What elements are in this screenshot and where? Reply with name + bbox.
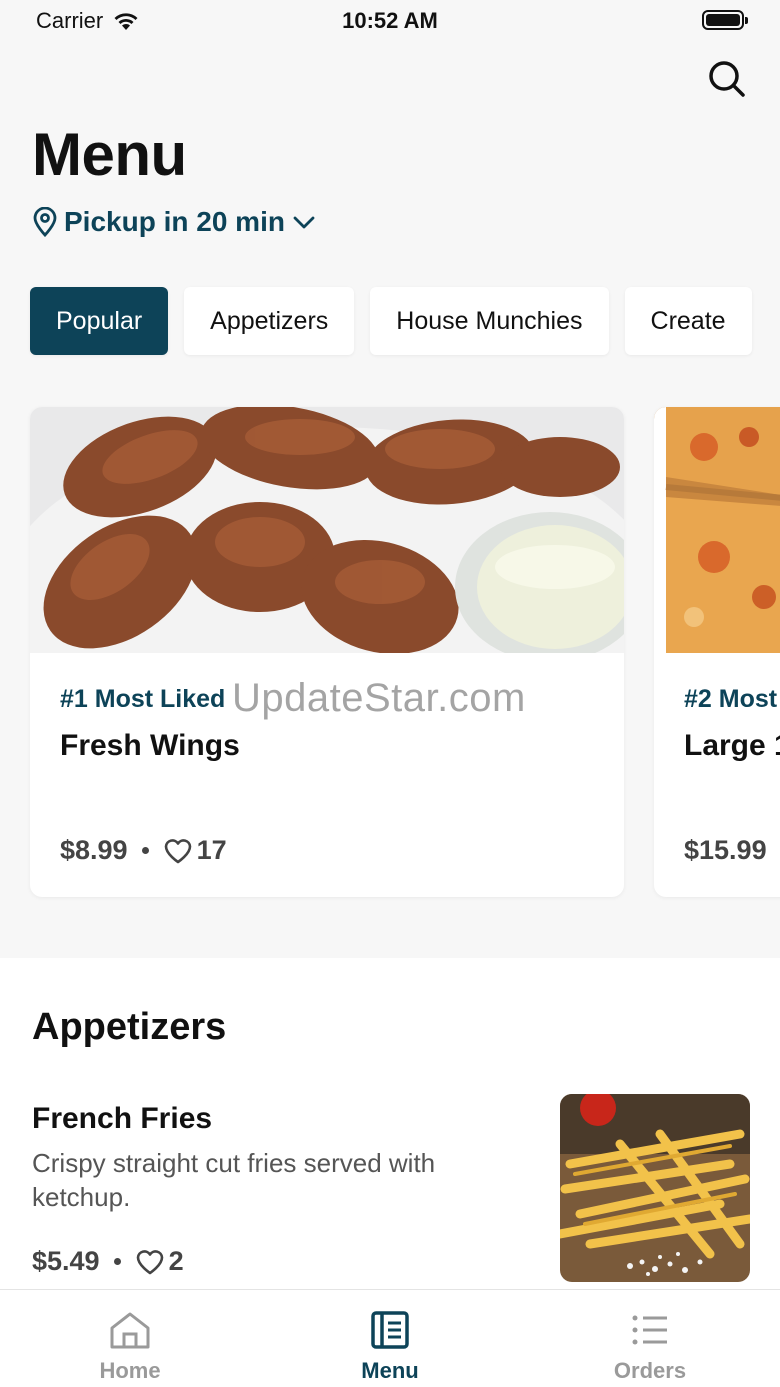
list-icon	[628, 1308, 672, 1352]
status-time: 10:52 AM	[342, 8, 438, 33]
search-button[interactable]	[702, 54, 752, 104]
home-icon	[108, 1308, 152, 1352]
battery-icon	[702, 10, 748, 30]
like-count[interactable]: 2	[135, 1246, 184, 1277]
status-bar: Carrier 10:52 AM	[0, 0, 780, 40]
item-meta: $8.99 17	[60, 835, 227, 866]
nav-orders[interactable]: Orders	[520, 1290, 780, 1387]
item-price: $8.99	[60, 835, 128, 865]
item-price: $5.49	[32, 1246, 100, 1276]
featured-card-fresh-wings[interactable]: #1 Most Liked Fresh Wings $8.99 17	[30, 407, 624, 897]
pickup-label: Pickup in 20 min	[64, 206, 285, 237]
menu-screen: Carrier 10:52 AM Menu Pickup in 20 min P…	[0, 0, 780, 1387]
featured-carousel: #1 Most Liked Fresh Wings $8.99 17 #2 Mo…	[30, 407, 780, 899]
item-description: Crispy straight cut fries served with ke…	[32, 1148, 436, 1212]
separator-dot	[141, 847, 149, 854]
appetizers-section: Appetizers French Fries Crispy straight …	[0, 958, 780, 1298]
category-tabs: Popular Appetizers House Munchies Create	[30, 287, 752, 355]
list-item-french-fries[interactable]: French Fries Crispy straight cut fries s…	[32, 1094, 752, 1294]
separator-dot	[113, 1258, 121, 1265]
nav-label: Menu	[361, 1358, 419, 1383]
featured-card-large[interactable]: #2 Most Large 1 $15.99	[654, 407, 780, 897]
heart-icon	[136, 1249, 163, 1274]
item-meta: $5.49 2	[32, 1246, 184, 1277]
rank-label: #2 Most	[684, 685, 778, 713]
bottom-nav: Home Menu Orders	[0, 1289, 780, 1387]
card-body: #2 Most Large 1 $15.99	[654, 653, 780, 897]
search-icon	[709, 61, 745, 97]
like-count[interactable]: 17	[163, 835, 227, 866]
pickup-time-selector[interactable]: Pickup in 20 min	[32, 206, 317, 238]
nav-home[interactable]: Home	[0, 1290, 260, 1387]
tab-appetizers[interactable]: Appetizers	[184, 287, 355, 355]
chevron-down-icon	[293, 216, 315, 229]
page-title: Menu	[32, 121, 187, 188]
location-pin-icon	[33, 207, 57, 237]
pizza-photo	[654, 407, 780, 653]
like-count-value: 2	[168, 1246, 184, 1276]
item-name: Fresh Wings	[60, 729, 240, 762]
nav-label: Orders	[613, 1358, 687, 1383]
rank-label: #1 Most Liked	[60, 685, 226, 713]
item-name: Large 1	[684, 729, 780, 762]
tab-popular[interactable]: Popular	[30, 287, 169, 355]
wings-photo	[30, 407, 624, 653]
heart-icon	[164, 838, 191, 863]
fries-photo	[560, 1094, 750, 1282]
nav-label: Home	[99, 1358, 161, 1383]
item-name: French Fries	[32, 1102, 213, 1135]
tab-house-munchies[interactable]: House Munchies	[370, 287, 609, 355]
like-count-value: 17	[196, 835, 227, 865]
card-body: #1 Most Liked Fresh Wings $8.99 17	[30, 653, 624, 897]
menu-book-icon	[368, 1308, 412, 1352]
item-meta: $15.99	[684, 835, 767, 866]
tab-create[interactable]: Create	[624, 287, 752, 355]
item-price: $15.99	[684, 835, 767, 865]
section-title: Appetizers	[32, 1006, 227, 1048]
nav-menu[interactable]: Menu	[260, 1290, 520, 1387]
